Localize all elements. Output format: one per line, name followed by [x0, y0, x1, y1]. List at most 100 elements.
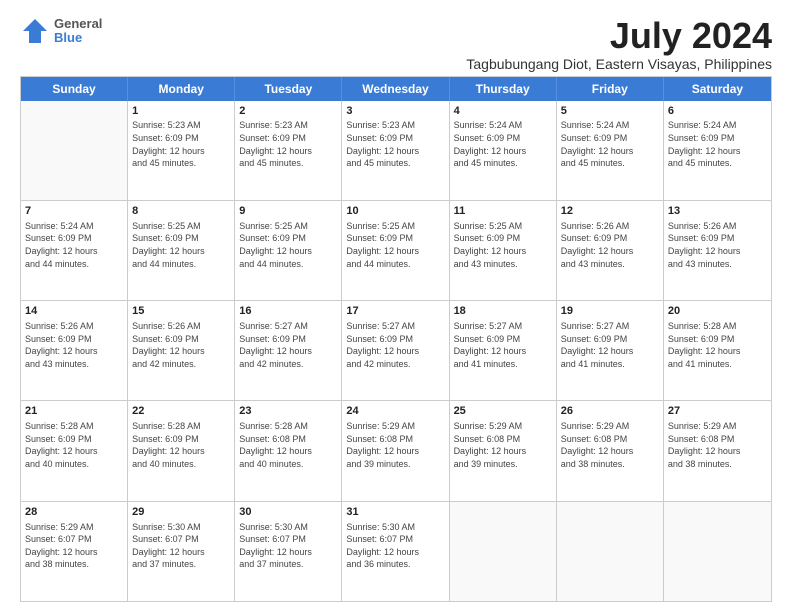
day-number: 25 [454, 404, 552, 419]
page: General Blue July 2024 Tagbubungang Diot… [0, 0, 792, 612]
calendar-cell: 28Sunrise: 5:29 AMSunset: 6:07 PMDayligh… [21, 502, 128, 601]
calendar-cell: 30Sunrise: 5:30 AMSunset: 6:07 PMDayligh… [235, 502, 342, 601]
day-number: 18 [454, 304, 552, 319]
day-number: 12 [561, 204, 659, 219]
cell-info: Sunrise: 5:26 AMSunset: 6:09 PMDaylight:… [25, 320, 123, 370]
calendar-cell: 14Sunrise: 5:26 AMSunset: 6:09 PMDayligh… [21, 301, 128, 400]
cell-info: Sunrise: 5:25 AMSunset: 6:09 PMDaylight:… [454, 220, 552, 270]
day-number: 10 [346, 204, 444, 219]
day-number: 20 [668, 304, 767, 319]
cell-info: Sunrise: 5:23 AMSunset: 6:09 PMDaylight:… [239, 119, 337, 169]
calendar-cell: 24Sunrise: 5:29 AMSunset: 6:08 PMDayligh… [342, 401, 449, 500]
cell-info: Sunrise: 5:29 AMSunset: 6:08 PMDaylight:… [454, 420, 552, 470]
cell-info: Sunrise: 5:28 AMSunset: 6:09 PMDaylight:… [25, 420, 123, 470]
day-number: 11 [454, 204, 552, 219]
cell-info: Sunrise: 5:25 AMSunset: 6:09 PMDaylight:… [346, 220, 444, 270]
day-number: 8 [132, 204, 230, 219]
calendar-cell: 13Sunrise: 5:26 AMSunset: 6:09 PMDayligh… [664, 201, 771, 300]
calendar-week-1: 1Sunrise: 5:23 AMSunset: 6:09 PMDaylight… [21, 101, 771, 201]
day-number: 3 [346, 104, 444, 119]
cell-info: Sunrise: 5:30 AMSunset: 6:07 PMDaylight:… [239, 521, 337, 571]
calendar-cell: 5Sunrise: 5:24 AMSunset: 6:09 PMDaylight… [557, 101, 664, 200]
calendar-cell: 15Sunrise: 5:26 AMSunset: 6:09 PMDayligh… [128, 301, 235, 400]
day-number: 29 [132, 505, 230, 520]
calendar-cell: 8Sunrise: 5:25 AMSunset: 6:09 PMDaylight… [128, 201, 235, 300]
calendar-cell: 25Sunrise: 5:29 AMSunset: 6:08 PMDayligh… [450, 401, 557, 500]
calendar-cell: 31Sunrise: 5:30 AMSunset: 6:07 PMDayligh… [342, 502, 449, 601]
day-number: 27 [668, 404, 767, 419]
cell-info: Sunrise: 5:23 AMSunset: 6:09 PMDaylight:… [132, 119, 230, 169]
calendar-cell [664, 502, 771, 601]
header-day-friday: Friday [557, 77, 664, 101]
calendar-week-2: 7Sunrise: 5:24 AMSunset: 6:09 PMDaylight… [21, 201, 771, 301]
cell-info: Sunrise: 5:27 AMSunset: 6:09 PMDaylight:… [346, 320, 444, 370]
cell-info: Sunrise: 5:24 AMSunset: 6:09 PMDaylight:… [561, 119, 659, 169]
day-number: 6 [668, 104, 767, 119]
cell-info: Sunrise: 5:28 AMSunset: 6:08 PMDaylight:… [239, 420, 337, 470]
subtitle: Tagbubungang Diot, Eastern Visayas, Phil… [466, 56, 772, 72]
cell-info: Sunrise: 5:24 AMSunset: 6:09 PMDaylight:… [668, 119, 767, 169]
header-day-tuesday: Tuesday [235, 77, 342, 101]
header-day-saturday: Saturday [664, 77, 771, 101]
title-block: July 2024 Tagbubungang Diot, Eastern Vis… [466, 16, 772, 72]
calendar-cell: 2Sunrise: 5:23 AMSunset: 6:09 PMDaylight… [235, 101, 342, 200]
cell-info: Sunrise: 5:28 AMSunset: 6:09 PMDaylight:… [132, 420, 230, 470]
day-number: 2 [239, 104, 337, 119]
cell-info: Sunrise: 5:24 AMSunset: 6:09 PMDaylight:… [454, 119, 552, 169]
calendar-week-5: 28Sunrise: 5:29 AMSunset: 6:07 PMDayligh… [21, 502, 771, 601]
calendar-cell: 22Sunrise: 5:28 AMSunset: 6:09 PMDayligh… [128, 401, 235, 500]
day-number: 5 [561, 104, 659, 119]
day-number: 13 [668, 204, 767, 219]
day-number: 7 [25, 204, 123, 219]
day-number: 28 [25, 505, 123, 520]
day-number: 16 [239, 304, 337, 319]
cell-info: Sunrise: 5:27 AMSunset: 6:09 PMDaylight:… [454, 320, 552, 370]
main-title: July 2024 [466, 16, 772, 56]
logo-line1: General [54, 17, 102, 31]
cell-info: Sunrise: 5:29 AMSunset: 6:07 PMDaylight:… [25, 521, 123, 571]
cell-info: Sunrise: 5:25 AMSunset: 6:09 PMDaylight:… [239, 220, 337, 270]
calendar-cell: 26Sunrise: 5:29 AMSunset: 6:08 PMDayligh… [557, 401, 664, 500]
calendar: SundayMondayTuesdayWednesdayThursdayFrid… [20, 76, 772, 602]
calendar-week-3: 14Sunrise: 5:26 AMSunset: 6:09 PMDayligh… [21, 301, 771, 401]
calendar-cell: 18Sunrise: 5:27 AMSunset: 6:09 PMDayligh… [450, 301, 557, 400]
day-number: 22 [132, 404, 230, 419]
calendar-cell: 20Sunrise: 5:28 AMSunset: 6:09 PMDayligh… [664, 301, 771, 400]
header-day-monday: Monday [128, 77, 235, 101]
day-number: 31 [346, 505, 444, 520]
cell-info: Sunrise: 5:29 AMSunset: 6:08 PMDaylight:… [561, 420, 659, 470]
cell-info: Sunrise: 5:26 AMSunset: 6:09 PMDaylight:… [668, 220, 767, 270]
logo-icon [20, 16, 50, 46]
cell-info: Sunrise: 5:23 AMSunset: 6:09 PMDaylight:… [346, 119, 444, 169]
calendar-cell: 7Sunrise: 5:24 AMSunset: 6:09 PMDaylight… [21, 201, 128, 300]
day-number: 1 [132, 104, 230, 119]
cell-info: Sunrise: 5:24 AMSunset: 6:09 PMDaylight:… [25, 220, 123, 270]
cell-info: Sunrise: 5:28 AMSunset: 6:09 PMDaylight:… [668, 320, 767, 370]
header-day-wednesday: Wednesday [342, 77, 449, 101]
calendar-cell [21, 101, 128, 200]
calendar-cell: 3Sunrise: 5:23 AMSunset: 6:09 PMDaylight… [342, 101, 449, 200]
day-number: 4 [454, 104, 552, 119]
day-number: 26 [561, 404, 659, 419]
day-number: 14 [25, 304, 123, 319]
calendar-cell: 11Sunrise: 5:25 AMSunset: 6:09 PMDayligh… [450, 201, 557, 300]
cell-info: Sunrise: 5:29 AMSunset: 6:08 PMDaylight:… [346, 420, 444, 470]
header-day-sunday: Sunday [21, 77, 128, 101]
day-number: 23 [239, 404, 337, 419]
header-day-thursday: Thursday [450, 77, 557, 101]
calendar-cell: 21Sunrise: 5:28 AMSunset: 6:09 PMDayligh… [21, 401, 128, 500]
calendar-header: SundayMondayTuesdayWednesdayThursdayFrid… [21, 77, 771, 101]
calendar-cell: 19Sunrise: 5:27 AMSunset: 6:09 PMDayligh… [557, 301, 664, 400]
cell-info: Sunrise: 5:25 AMSunset: 6:09 PMDaylight:… [132, 220, 230, 270]
cell-info: Sunrise: 5:30 AMSunset: 6:07 PMDaylight:… [346, 521, 444, 571]
calendar-cell: 4Sunrise: 5:24 AMSunset: 6:09 PMDaylight… [450, 101, 557, 200]
calendar-cell: 16Sunrise: 5:27 AMSunset: 6:09 PMDayligh… [235, 301, 342, 400]
calendar-cell: 29Sunrise: 5:30 AMSunset: 6:07 PMDayligh… [128, 502, 235, 601]
header: General Blue July 2024 Tagbubungang Diot… [20, 16, 772, 72]
cell-info: Sunrise: 5:29 AMSunset: 6:08 PMDaylight:… [668, 420, 767, 470]
day-number: 24 [346, 404, 444, 419]
calendar-cell: 6Sunrise: 5:24 AMSunset: 6:09 PMDaylight… [664, 101, 771, 200]
calendar-cell: 10Sunrise: 5:25 AMSunset: 6:09 PMDayligh… [342, 201, 449, 300]
calendar-cell [557, 502, 664, 601]
cell-info: Sunrise: 5:30 AMSunset: 6:07 PMDaylight:… [132, 521, 230, 571]
